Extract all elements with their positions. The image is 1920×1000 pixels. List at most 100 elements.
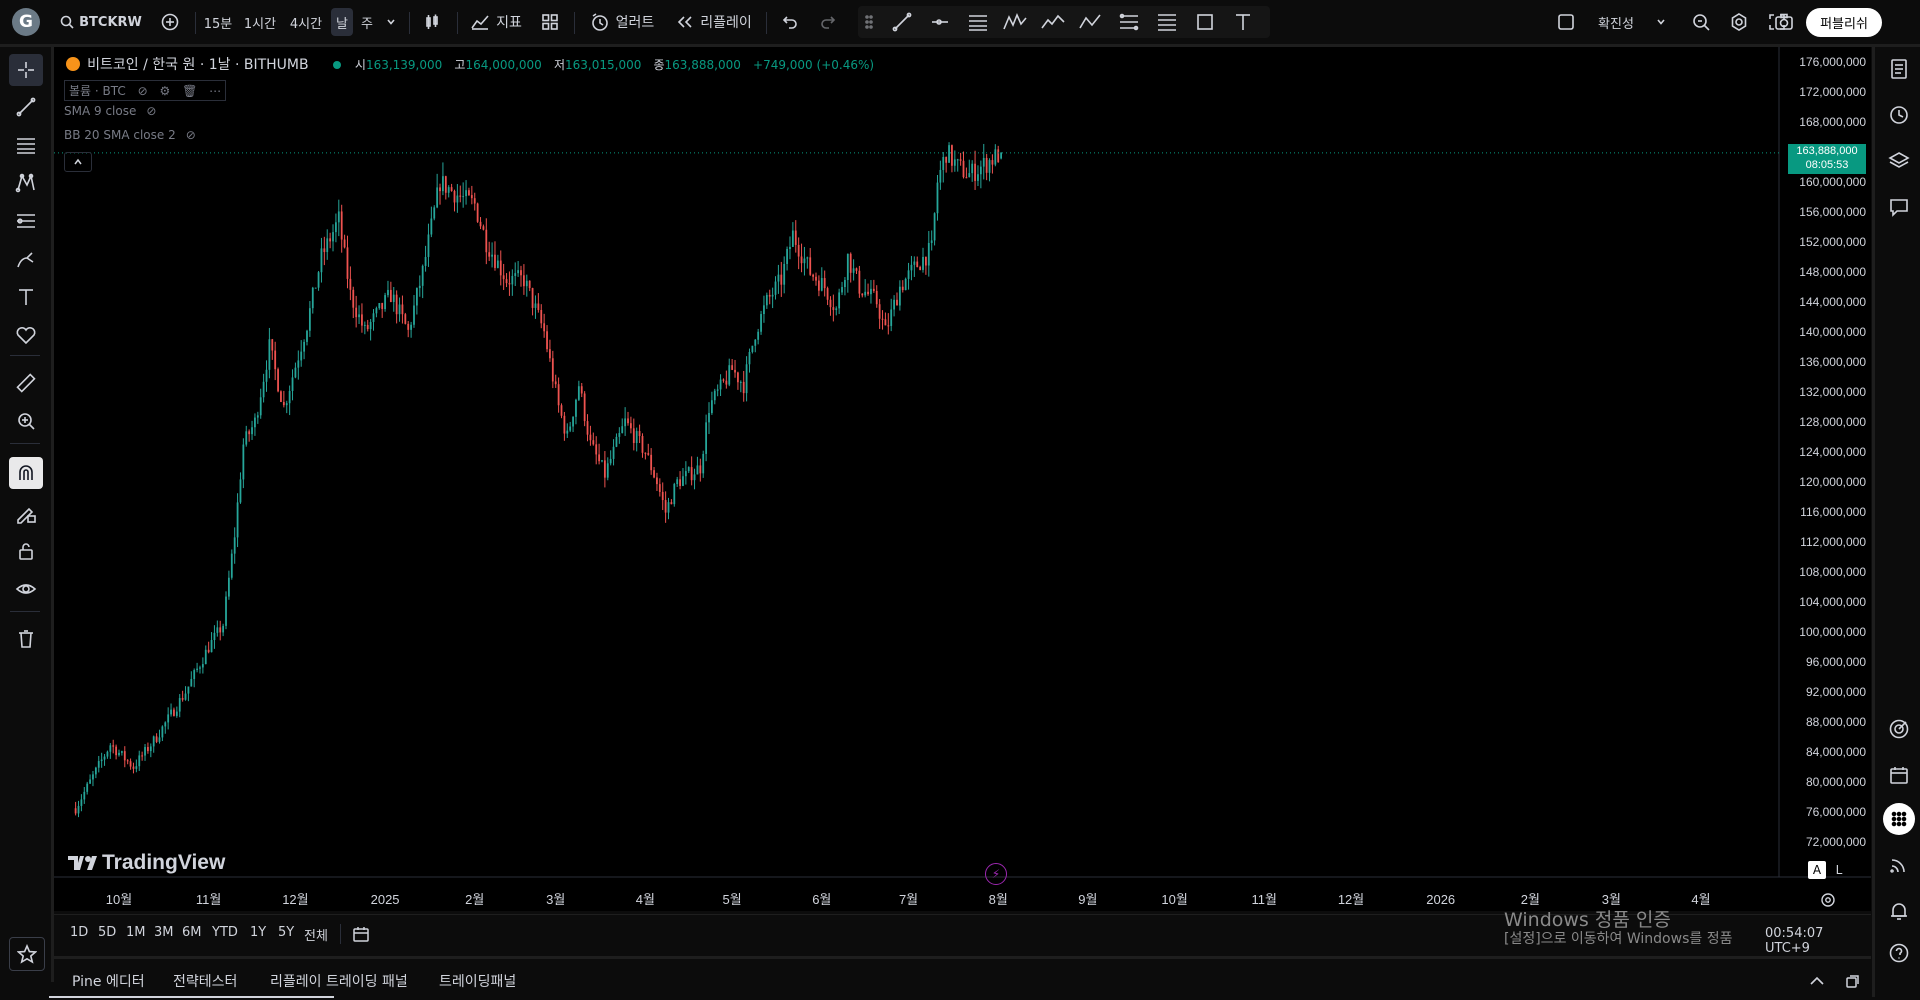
tab-strategy-tester[interactable]: 전략테스터: [173, 971, 237, 991]
calendar-button[interactable]: [1883, 759, 1915, 791]
zoom-tool[interactable]: [9, 405, 43, 437]
screenshot-button[interactable]: [1770, 8, 1798, 36]
trend-line-tool[interactable]: [9, 91, 43, 123]
abcd-pattern-tool[interactable]: [1076, 8, 1106, 36]
alert-button[interactable]: 얼러트: [584, 8, 660, 36]
chart-type-button[interactable]: [418, 8, 446, 36]
range-1d[interactable]: 1D: [70, 925, 88, 940]
settings-icon[interactable]: ⚙: [159, 84, 170, 98]
sma-legend[interactable]: SMA 9 close ⊘: [64, 104, 156, 118]
trend-line-tool[interactable]: [888, 8, 916, 36]
auto-scale-button[interactable]: A: [1808, 861, 1826, 879]
drag-handle[interactable]: [862, 8, 876, 36]
market-status-icon[interactable]: [332, 61, 341, 69]
pattern-tool[interactable]: [9, 167, 43, 199]
interval-15m[interactable]: 15분: [202, 8, 234, 36]
notifications-button[interactable]: [1883, 895, 1915, 927]
range-all[interactable]: 전체: [304, 925, 328, 944]
quick-search-button[interactable]: [1687, 8, 1715, 36]
range-1m[interactable]: 1M: [126, 925, 146, 940]
settings-button[interactable]: [1725, 8, 1753, 36]
range-ytd[interactable]: YTD: [212, 925, 238, 940]
fib-tool[interactable]: [1114, 8, 1144, 36]
price-tick-label: 88,000,000: [1806, 715, 1866, 729]
replay-button[interactable]: 리플레이: [672, 8, 756, 36]
range-5y[interactable]: 5Y: [278, 925, 294, 940]
symbol-title[interactable]: 비트코인 / 한국 원 · 1날 · BITHUMB: [87, 57, 308, 73]
layout-toggle-checkbox[interactable]: [1552, 8, 1580, 36]
current-time[interactable]: 00:54:07 UTC+9: [1761, 926, 1871, 956]
stay-in-drawing-mode-button[interactable]: [9, 497, 43, 529]
ideas-button[interactable]: [1883, 713, 1915, 745]
trash-icon[interactable]: 🗑: [182, 84, 197, 98]
publish-button[interactable]: 퍼블리쉬: [1806, 8, 1882, 37]
crosshair-tool[interactable]: [9, 54, 43, 86]
chats-button[interactable]: [1883, 191, 1915, 223]
text-tool[interactable]: [1228, 8, 1258, 36]
brush-tool[interactable]: [9, 243, 43, 275]
interval-1h[interactable]: 1시간: [240, 8, 280, 36]
tab-replay-trading-panel[interactable]: 리플레이 트레이딩 패널: [270, 971, 408, 991]
candle-body: [314, 287, 317, 289]
prediction-tool[interactable]: [9, 205, 43, 237]
range-6m[interactable]: 6M: [182, 925, 202, 940]
interval-dropdown[interactable]: [382, 8, 400, 36]
fib-channel-tool[interactable]: [1152, 8, 1182, 36]
volume-legend[interactable]: 볼륨 · BTC ⊘ ⚙ 🗑 ⋯: [64, 80, 227, 101]
user-avatar[interactable]: G: [12, 8, 40, 36]
icon-tool[interactable]: [9, 319, 43, 351]
object-tree-button[interactable]: [1883, 145, 1915, 177]
templates-button[interactable]: [536, 8, 564, 36]
symbol-search-button[interactable]: BTCKRW: [60, 8, 142, 36]
hidden-eye-icon[interactable]: ⊘: [146, 104, 156, 118]
elliott-wave-tool[interactable]: [1038, 8, 1068, 36]
layout-name[interactable]: 확진성: [1590, 8, 1642, 36]
range-1y[interactable]: 1Y: [250, 925, 266, 940]
undo-button[interactable]: [776, 8, 804, 36]
expand-panel-button[interactable]: [1806, 971, 1828, 991]
pattern-tool[interactable]: [1000, 8, 1030, 36]
parallel-channel-tool[interactable]: [964, 8, 992, 36]
tradingview-watermark[interactable]: TradingView: [66, 851, 225, 875]
chart-canvas[interactable]: 176,000,000 172,000,000 168,000,000 164,000…: [54, 47, 1871, 911]
interval-1w[interactable]: 주: [356, 8, 378, 36]
candle-body: [424, 256, 427, 266]
range-5d[interactable]: 5D: [98, 925, 116, 940]
interval-4h[interactable]: 4시간: [286, 8, 326, 36]
range-3m[interactable]: 3M: [154, 925, 174, 940]
chart-svg[interactable]: 176,000,000 172,000,000 168,000,000 164,000…: [54, 47, 1871, 911]
bb-legend[interactable]: BB 20 SMA close 2 ⊘: [64, 128, 196, 142]
tab-pine-editor[interactable]: Pine 에디터: [72, 971, 145, 991]
tab-trading-panel[interactable]: 트레이딩패널: [439, 971, 516, 991]
lightning-event-icon[interactable]: ⚡: [985, 863, 1007, 885]
hide-eye-icon[interactable]: ⊘: [138, 84, 148, 98]
hidden-eye-icon[interactable]: ⊘: [186, 128, 196, 142]
watchlist-button[interactable]: [1883, 53, 1915, 85]
fib-retracement-tool[interactable]: [9, 129, 43, 161]
products-button[interactable]: [1883, 803, 1915, 835]
remove-drawings-button[interactable]: [9, 623, 43, 655]
interval-1d[interactable]: 날: [331, 8, 353, 36]
log-scale-button[interactable]: L: [1830, 861, 1848, 879]
horizontal-ray-tool[interactable]: [926, 8, 954, 36]
more-icon[interactable]: ⋯: [209, 84, 221, 98]
text-tool[interactable]: [9, 281, 43, 313]
help-button[interactable]: [1883, 937, 1915, 969]
measure-tool[interactable]: [9, 367, 43, 399]
candle-body: [161, 726, 164, 738]
alerts-panel-button[interactable]: [1883, 99, 1915, 131]
indicators-button[interactable]: 지표: [466, 8, 526, 36]
compare-button[interactable]: [156, 8, 184, 36]
layout-dropdown[interactable]: [1652, 8, 1670, 36]
lock-drawings-button[interactable]: [9, 535, 43, 567]
redo-button[interactable]: [814, 8, 842, 36]
magnet-mode-button[interactable]: [9, 457, 43, 489]
collapse-legend-button[interactable]: [64, 152, 92, 172]
rectangle-tool[interactable]: [1190, 8, 1220, 36]
chart-settings-button[interactable]: [1818, 890, 1838, 910]
maximize-panel-button[interactable]: [1842, 971, 1864, 991]
stream-button[interactable]: [1883, 849, 1915, 881]
hide-drawings-button[interactable]: [9, 573, 43, 605]
go-to-date-button[interactable]: [350, 923, 372, 945]
favorites-button[interactable]: [9, 937, 45, 971]
